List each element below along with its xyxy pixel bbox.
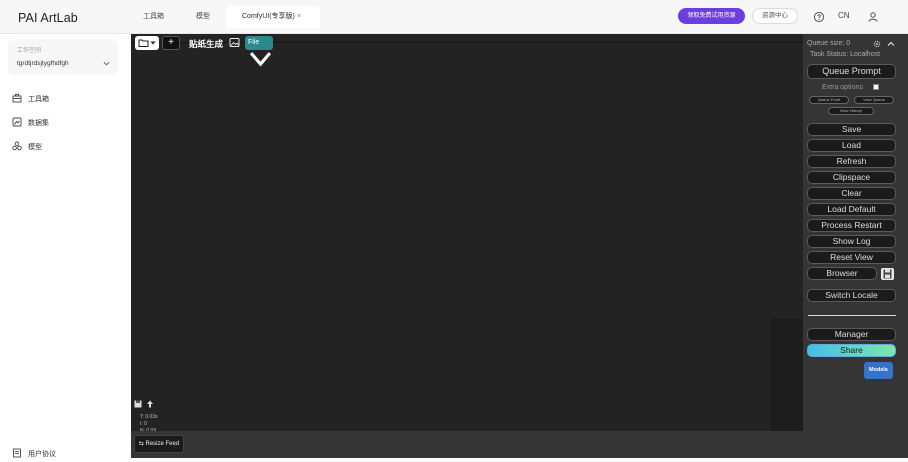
tab-close-icon[interactable]: × (297, 13, 301, 21)
stat-items: I: 0 (140, 421, 147, 427)
refresh-button[interactable]: Refresh (807, 155, 896, 168)
resource-center-button[interactable]: 资源中心 (752, 8, 798, 24)
file-menu-label: File (248, 39, 260, 46)
upload-icon[interactable] (146, 400, 154, 408)
queue-front-button[interactable]: Queue Front (809, 96, 849, 104)
task-status: Task Status: Localhost (810, 51, 881, 58)
sidebar-item-label: 工具箱 (28, 96, 49, 103)
file-menu-button[interactable]: File (245, 36, 273, 67)
manager-button[interactable]: Manager (807, 328, 896, 341)
queue-size: Queue size: 0 (807, 40, 851, 47)
reset-view-button[interactable]: Reset View (807, 251, 896, 264)
sidebar-item-label: 数据集 (28, 120, 49, 127)
help-icon[interactable] (813, 11, 825, 23)
floppy-disk-icon[interactable] (881, 268, 894, 280)
bottom-bar: ⇆ Resize Feed (131, 431, 908, 458)
save-icon (883, 269, 892, 279)
clear-button[interactable]: Clear (807, 187, 896, 200)
app-root: PAI ArtLab 工具箱 模型 ComfyUI(专享版) × 领取免费试用资… (0, 0, 908, 462)
load-button[interactable]: Load (807, 139, 896, 152)
tab-comfyui[interactable]: ComfyUI(专享版) (226, 6, 320, 28)
view-history-button[interactable]: View History (828, 107, 874, 115)
user-agreement-label: 用户协议 (28, 451, 56, 458)
workspace-label: 工作空间 (17, 48, 42, 54)
resize-feed-button[interactable]: ⇆ Resize Feed (134, 435, 184, 453)
bottom-strip (131, 458, 908, 462)
language-switch[interactable]: CN (838, 11, 850, 20)
image-icon[interactable] (229, 37, 240, 48)
canvas-shade (771, 318, 803, 431)
top-header: PAI ArtLab 工具箱 模型 ComfyUI(专享版) × 领取免费试用资… (0, 0, 908, 34)
caret-down-icon (150, 41, 156, 45)
collapse-icon[interactable] (887, 40, 895, 48)
clipspace-button[interactable]: Clipspace (807, 171, 896, 184)
queue-prompt-button[interactable]: Queue Prompt (807, 64, 896, 79)
workspace-value: tgrdtjrdsjtygfhdfgh (17, 60, 69, 67)
process-restart-button[interactable]: Process Restart (807, 219, 896, 232)
add-workflow-button[interactable]: + (162, 36, 180, 50)
sidebar-item-label: 模型 (28, 144, 42, 151)
toolbox-icon (12, 93, 22, 103)
comfy-control-panel: Queue size: 0 Task Status: Localhost Que… (803, 34, 908, 431)
chevron-down-icon (249, 52, 272, 67)
workspace-selector[interactable]: 工作空间 tgrdtjrdsjtygfhdfgh (8, 39, 118, 75)
gear-icon[interactable] (873, 40, 881, 48)
node-canvas[interactable]: + 贴纸生成 File T: 0.03s I: 0 N: 0 [0] (131, 34, 803, 434)
extra-options-checkbox[interactable] (873, 84, 879, 90)
document-icon (13, 448, 21, 458)
tab-model[interactable]: 模型 (196, 7, 210, 27)
workflow-menu-button[interactable] (135, 36, 159, 50)
user-icon[interactable] (867, 11, 879, 23)
browser-button[interactable]: Browser (807, 267, 877, 280)
chevron-down-icon (103, 61, 110, 66)
save-disk-icon[interactable] (134, 400, 142, 408)
sidebar: 工作空间 tgrdtjrdsjtygfhdfgh 工具箱 数据集 模型 用户协议 (0, 34, 131, 462)
load-default-button[interactable]: Load Default (807, 203, 896, 216)
share-button[interactable]: Share (807, 344, 896, 357)
save-button[interactable]: Save (807, 123, 896, 136)
model-icon (12, 141, 22, 151)
view-queue-button[interactable]: View Queue (854, 96, 894, 104)
switch-locale-button[interactable]: Switch Locale (807, 289, 896, 302)
app-logo: PAI ArtLab (18, 11, 78, 25)
free-trial-button[interactable]: 领取免费试用资源 (678, 8, 745, 24)
dataset-icon (12, 117, 22, 127)
tab-toolbox[interactable]: 工具箱 (143, 7, 164, 27)
stat-time: T: 0.03s (140, 414, 158, 420)
folder-icon (138, 39, 149, 47)
extra-options-label: Extra options (822, 84, 863, 91)
show-log-button[interactable]: Show Log (807, 235, 896, 248)
models-button[interactable]: Models (864, 362, 893, 379)
workflow-title: 贴纸生成 (189, 39, 224, 49)
panel-divider (808, 315, 896, 316)
